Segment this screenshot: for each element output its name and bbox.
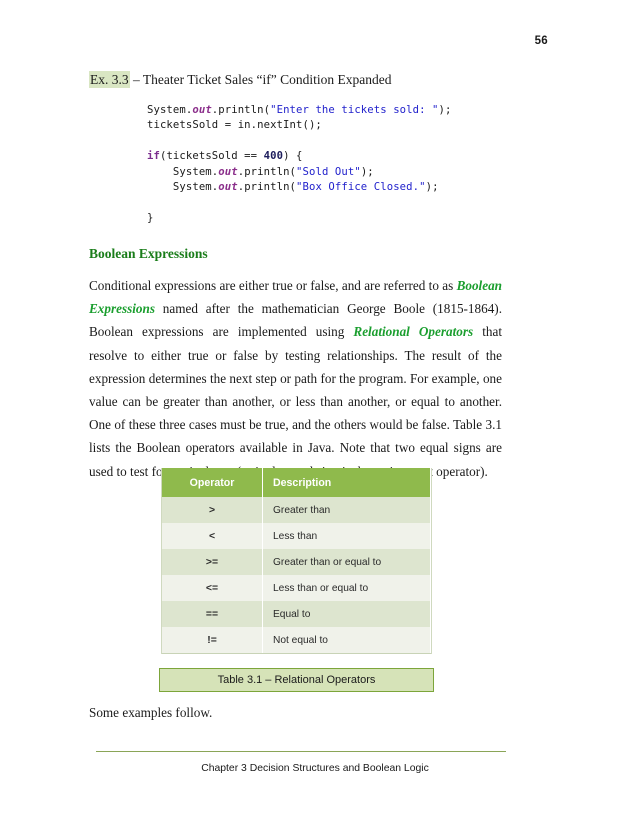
table-row: >= Greater than or equal to: [162, 549, 431, 575]
code-token-system-1: System: [147, 104, 186, 116]
code-token-endparen-2: );: [360, 165, 374, 178]
table-cell-operator: ==: [162, 601, 263, 627]
code-indent-2: [147, 181, 173, 193]
code-string-sold-out: "Sold Out": [296, 165, 361, 178]
closing-line: Some examples follow.: [89, 705, 213, 720]
table-cell-operator: <: [162, 523, 263, 549]
code-block: System.out.println("Enter the tickets so…: [147, 103, 452, 226]
body-paragraph: Conditional expressions are either true …: [89, 274, 502, 483]
table-row: != Not equal to: [162, 627, 431, 654]
code-token-println-3: .println(: [237, 181, 297, 194]
code-brace-close: }: [147, 211, 154, 224]
table-cell-operator: !=: [162, 627, 263, 654]
footer-divider: [96, 751, 506, 752]
code-cond-open: (ticketsSold ==: [159, 150, 264, 163]
example-tag-highlight: Ex. 3.3: [89, 71, 130, 88]
table-cell-operator: <=: [162, 575, 263, 601]
page-number: 56: [534, 35, 548, 47]
code-indent-1: [147, 166, 173, 178]
code-token-println-1: .println(: [211, 104, 271, 116]
section-heading-boolean-expressions: Boolean Expressions: [89, 246, 208, 261]
paragraph-term-relational-operators: Relational Operators: [353, 324, 474, 340]
table-cell-description: Less than or equal to: [262, 575, 431, 601]
code-token-system-2: System: [172, 165, 212, 178]
code-token-out-3: out: [218, 181, 238, 194]
table-row: <= Less than or equal to: [162, 575, 431, 601]
table-cell-operator: >=: [162, 549, 263, 575]
table-cell-operator: >: [162, 497, 263, 523]
relational-operators-table-wrapper: Operator Description > Greater than < Le…: [161, 468, 432, 654]
table-cell-description: Not equal to: [262, 627, 431, 654]
table-header-description: Description: [262, 468, 431, 497]
table-cell-description: Greater than or equal to: [262, 549, 431, 575]
table-header-operator: Operator: [162, 468, 263, 497]
example-title-text: – Theater Ticket Sales “if” Condition Ex…: [129, 72, 392, 87]
code-token-println-2: .println(: [237, 165, 297, 178]
table-caption: Table 3.1 – Relational Operators: [159, 668, 434, 692]
code-string-enter: "Enter the tickets sold: ": [270, 104, 439, 116]
code-token-out-2: out: [218, 165, 238, 178]
table-cell-description: Equal to: [262, 601, 431, 627]
code-token-endparen-3: );: [425, 181, 439, 194]
footer-text: Chapter 3 Decision Structures and Boolea…: [201, 763, 429, 774]
table-cell-description: Greater than: [262, 497, 431, 523]
document-page: 56 Ex. 3.3 – Theater Ticket Sales “if” C…: [0, 0, 630, 815]
relational-operators-table: Operator Description > Greater than < Le…: [162, 468, 431, 654]
code-token-endparen-1: );: [438, 104, 452, 116]
code-token-out-1: out: [192, 104, 212, 116]
table-row: > Greater than: [162, 497, 431, 523]
code-string-box-office: "Box Office Closed.": [296, 181, 426, 194]
table-header-row: Operator Description: [162, 468, 431, 497]
code-line-assign: ticketsSold = in.nextInt();: [147, 119, 322, 132]
table-row: < Less than: [162, 523, 431, 549]
code-keyword-if: if: [147, 150, 160, 163]
table-row: == Equal to: [162, 601, 431, 627]
table-cell-description: Less than: [262, 523, 431, 549]
code-token-system-3: System: [172, 181, 212, 194]
code-cond-close: ) {: [283, 150, 303, 163]
example-title: Ex. 3.3 – Theater Ticket Sales “if” Cond…: [89, 71, 392, 88]
paragraph-part-3: that resolve to either true or false by …: [89, 324, 502, 479]
code-number-400: 400: [263, 150, 284, 163]
paragraph-part-1: Conditional expressions are either true …: [89, 278, 457, 293]
